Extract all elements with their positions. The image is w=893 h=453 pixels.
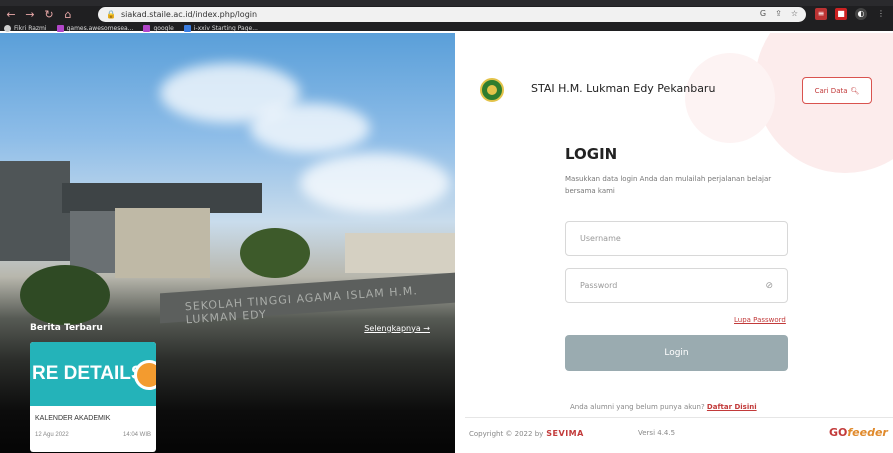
login-panel: STAI H.M. Lukman Edy Pekanbaru Cari Data… (455, 33, 893, 453)
news-card-title: KALENDER AKADEMIK (35, 415, 111, 422)
reload-icon[interactable]: ↻ (41, 8, 57, 21)
bookmark-item[interactable]: i-xxiv Starting Page... (183, 24, 258, 32)
decorative-shape (685, 53, 775, 143)
username-field[interactable] (565, 221, 788, 256)
username-input[interactable] (580, 234, 750, 243)
building (115, 208, 210, 278)
cloud (250, 103, 370, 153)
copyright: Copyright © 2022 by SEVIMA (469, 429, 584, 438)
share-icon[interactable]: ⇪ (775, 9, 782, 18)
news-card-image: RE DETAILS (30, 342, 156, 406)
news-card-image-text: RE DETAILS (32, 363, 144, 384)
institution-logo (480, 78, 504, 102)
address-bar[interactable]: 🔒 siakad.staile.ac.id/index.php/login G … (98, 7, 806, 22)
bookmark-item[interactable]: Fikri Razmi (4, 24, 47, 32)
url-text: siakad.staile.ac.id/index.php/login (120, 10, 258, 19)
register-link[interactable]: Daftar Disini (707, 403, 757, 411)
extensions: ≡ ■ ◐ ⋮ (815, 8, 887, 20)
cloud (300, 153, 450, 213)
gofeeder-feeder: feeder (847, 426, 888, 439)
news-title: Berita Terbaru (30, 323, 103, 333)
bookmark-favicon (143, 24, 151, 32)
extension-icon[interactable]: ■ (835, 8, 847, 20)
search-icon: 🔍︎ (850, 86, 860, 95)
building (345, 233, 455, 273)
address-row: ← → ↻ ⌂ 🔒 siakad.staile.ac.id/index.php/… (0, 6, 893, 23)
eye-slash-icon[interactable]: ⊘ (765, 281, 773, 291)
tree (240, 228, 310, 278)
lock-icon: 🔒 (106, 10, 116, 19)
bookmark-favicon (56, 24, 64, 32)
footer-divider (465, 417, 893, 418)
building (70, 211, 115, 273)
password-field[interactable]: ⊘ (565, 268, 788, 303)
forgot-password-link[interactable]: Lupa Password (734, 316, 786, 324)
browser-chrome: ← → ↻ ⌂ 🔒 siakad.staile.ac.id/index.php/… (0, 0, 893, 33)
alumni-question: Anda alumni yang belum punya akun? (570, 403, 705, 411)
gofeeder-go: GO (829, 426, 848, 439)
news-card-date: 12 Agu 2022 (35, 432, 69, 438)
login-description: Masukkan data login Anda dan mulailah pe… (565, 175, 772, 195)
cari-data-button[interactable]: Cari Data 🔍︎ (802, 77, 872, 104)
home-icon[interactable]: ⌂ (60, 8, 76, 21)
news-more-link[interactable]: Selengkapnya → (364, 324, 430, 333)
news-header: Berita Terbaru Selengkapnya → (30, 323, 430, 333)
tree (20, 265, 110, 325)
google-icon[interactable]: G (760, 9, 766, 18)
news-card-time: 14:04 WIB (122, 432, 151, 438)
bookmark-label: google (153, 24, 174, 32)
alumni-text: Anda alumni yang belum punya akun? Dafta… (570, 403, 757, 411)
cari-data-label: Cari Data (814, 86, 848, 95)
institution-name: STAI H.M. Lukman Edy Pekanbaru (531, 82, 716, 95)
bookmarks-bar: Fikri Razmi games.awesomesea... google i… (0, 23, 893, 33)
login-title: LOGIN (565, 145, 618, 163)
clock-icon (134, 360, 156, 390)
profile-icon[interactable]: ◐ (855, 8, 867, 20)
bookmark-item[interactable]: google (143, 24, 174, 32)
password-input[interactable] (580, 281, 750, 290)
bookmark-label: i-xxiv Starting Page... (193, 24, 258, 32)
bookmark-favicon (183, 24, 191, 32)
sevima-logo[interactable]: SEVIMA (546, 429, 584, 438)
forward-icon[interactable]: → (22, 8, 38, 21)
news-card[interactable]: RE DETAILS KALENDER AKADEMIK 12 Agu 2022… (30, 342, 156, 452)
bookmark-label: Fikri Razmi (14, 24, 47, 32)
gofeeder-logo[interactable]: GOfeeder (829, 426, 888, 439)
bookmark-item[interactable]: games.awesomesea... (56, 24, 134, 32)
building (0, 161, 70, 261)
globe-icon (4, 24, 11, 32)
copyright-text: Copyright © 2022 by (469, 429, 544, 438)
version-text: Versi 4.4.5 (638, 429, 676, 437)
extension-icon[interactable]: ≡ (815, 8, 827, 20)
back-icon[interactable]: ← (3, 8, 19, 21)
login-button[interactable]: Login (565, 335, 788, 371)
hero-image: SEKOLAH TINGGI AGAMA ISLAM H.M. LUKMAN E… (0, 33, 455, 453)
menu-icon[interactable]: ⋮ (875, 8, 887, 20)
bookmark-label: games.awesomesea... (66, 24, 134, 32)
star-icon[interactable]: ☆ (791, 9, 798, 18)
news-card-meta: 12 Agu 2022 14:04 WIB (30, 422, 156, 438)
